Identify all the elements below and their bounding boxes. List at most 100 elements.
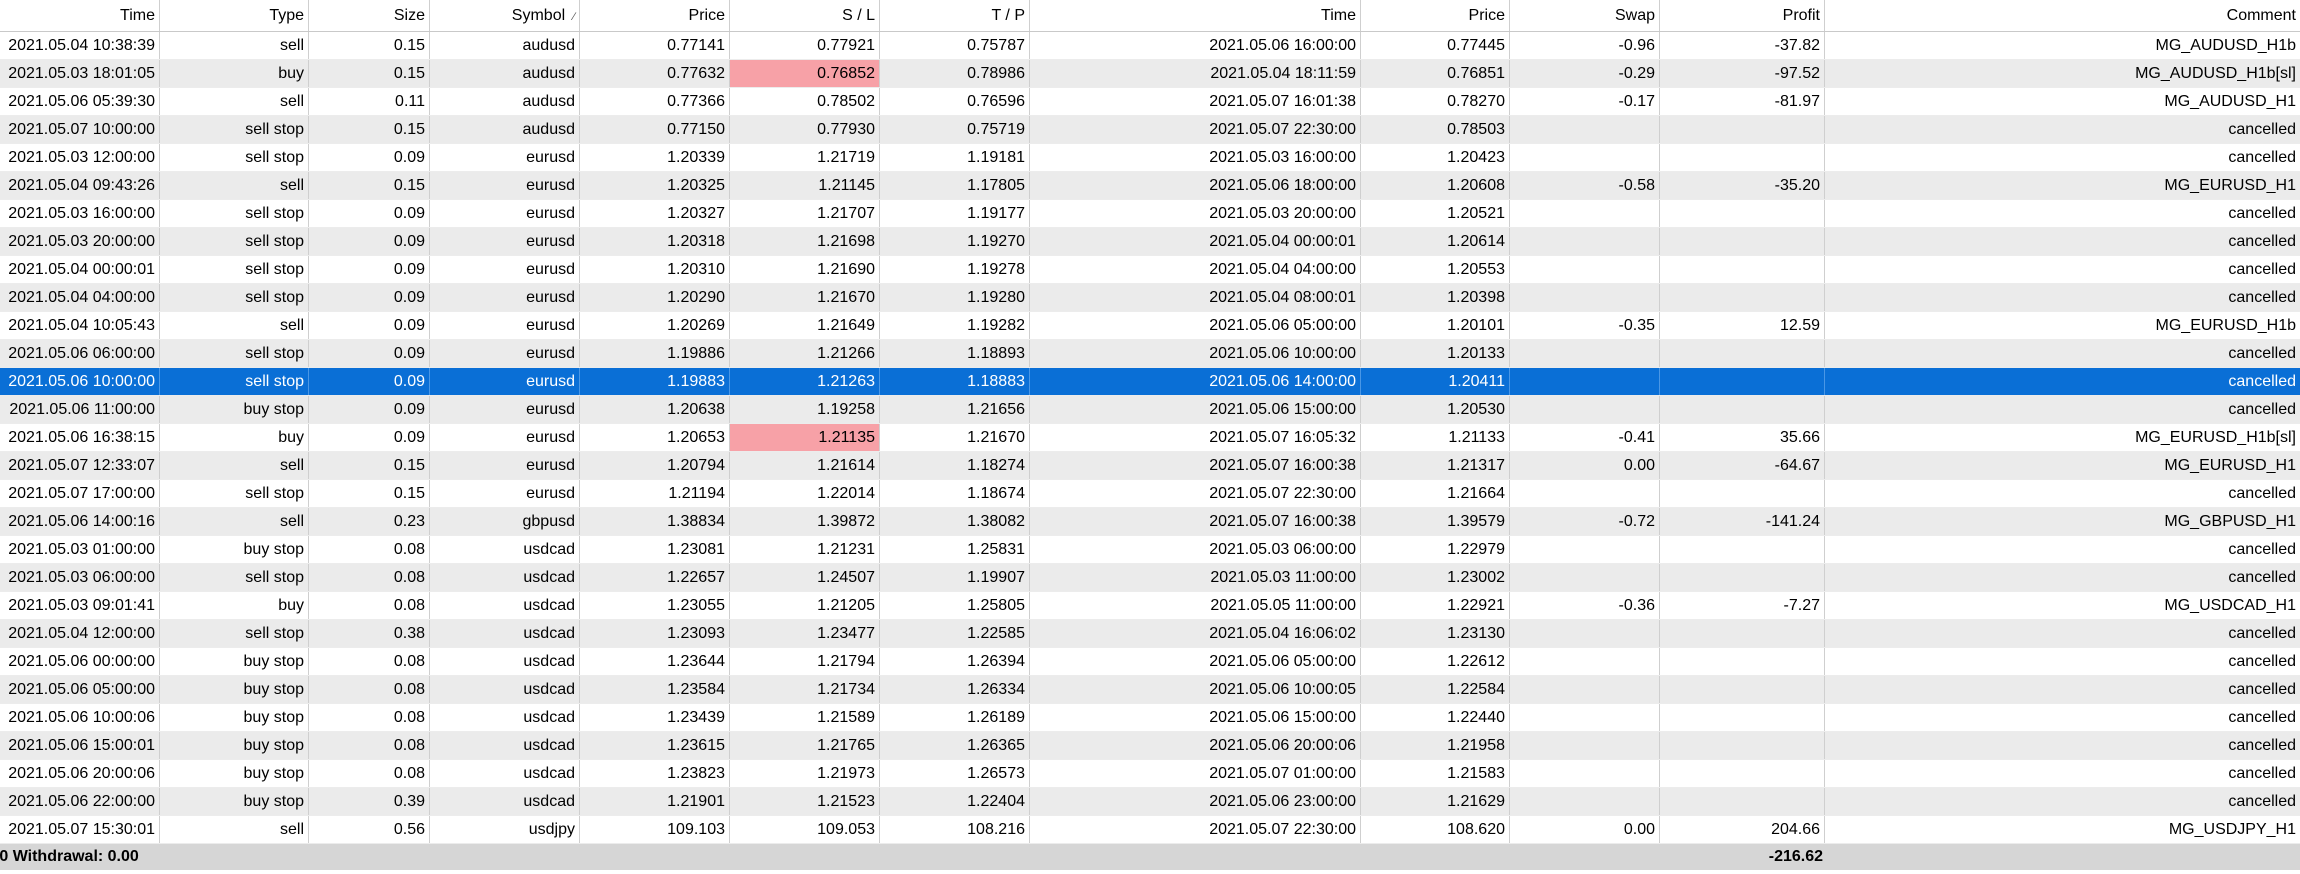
cell-profit: [1660, 788, 1825, 815]
table-row[interactable]: 2021.05.04 12:00:00 sell stop 0.38 usdcad 1.…: [0, 620, 2300, 648]
table-row[interactable]: 2021.05.04 10:38:39 sell 0.15 audusd 0.77141…: [0, 32, 2300, 60]
cell-close-time: 2021.05.06 18:00:00: [1030, 172, 1361, 199]
cell-profit: [1660, 648, 1825, 675]
table-row[interactable]: 2021.05.06 00:00:00 buy stop 0.08 usdcad 1.2…: [0, 648, 2300, 676]
table-row[interactable]: 2021.05.07 10:00:00 sell stop 0.15 audusd 0.…: [0, 116, 2300, 144]
cell-sl: 109.053: [730, 816, 880, 843]
table-row[interactable]: 2021.05.03 01:00:00 buy stop 0.08 usdcad 1.2…: [0, 536, 2300, 564]
cell-type: buy: [160, 424, 309, 451]
cell-tp: 1.18883: [880, 368, 1030, 395]
table-row[interactable]: 2021.05.03 20:00:00 sell stop 0.09 eurusd 1.…: [0, 228, 2300, 256]
cell-size: 0.09: [309, 396, 430, 423]
cell-swap: -0.35: [1510, 312, 1660, 339]
table-row[interactable]: 2021.05.06 22:00:00 buy stop 0.39 usdcad 1.2…: [0, 788, 2300, 816]
cell-time: 2021.05.06 16:38:15: [0, 424, 160, 451]
table-row[interactable]: 2021.05.03 18:01:05 buy 0.15 audusd 0.77632 0…: [0, 60, 2300, 88]
table-row[interactable]: 2021.05.06 16:38:15 buy 0.09 eurusd 1.20653 1…: [0, 424, 2300, 452]
cell-swap: -0.72: [1510, 508, 1660, 535]
cell-swap: [1510, 620, 1660, 647]
table-row[interactable]: 2021.05.03 16:00:00 sell stop 0.09 eurusd 1.…: [0, 200, 2300, 228]
cell-comment: cancelled: [2228, 569, 2296, 586]
cell-tp: 1.25805: [880, 592, 1030, 619]
cell-time: 2021.05.06 06:00:00: [0, 340, 160, 367]
cell-symbol: gbpusd: [430, 508, 580, 535]
cell-tp: 0.75787: [880, 32, 1030, 59]
cell-close-time: 2021.05.03 20:00:00: [1030, 200, 1361, 227]
cell-price: 0.77141: [580, 32, 730, 59]
column-header-profit[interactable]: Profit: [1660, 0, 1825, 31]
cell-tp: 1.19181: [880, 144, 1030, 171]
cell-symbol: usdcad: [430, 788, 580, 815]
table-row[interactable]: 2021.05.06 14:00:16 sell 0.23 gbpusd 1.38834…: [0, 508, 2300, 536]
column-header-close-price[interactable]: Price: [1361, 0, 1510, 31]
cell-tp: 1.22585: [880, 620, 1030, 647]
cell-profit: [1660, 228, 1825, 255]
cell-time: 2021.05.03 20:00:00: [0, 228, 160, 255]
cell-symbol: audusd: [430, 88, 580, 115]
column-header-sl[interactable]: S / L: [730, 0, 880, 31]
column-header-type[interactable]: Type: [160, 0, 309, 31]
table-row[interactable]: 2021.05.04 00:00:01 sell stop 0.09 eurusd 1.…: [0, 256, 2300, 284]
column-header-time[interactable]: Time: [0, 0, 160, 31]
cell-price: 1.20327: [580, 200, 730, 227]
column-header-symbol[interactable]: Symbol ∕: [430, 0, 580, 31]
cell-type: sell stop: [160, 284, 309, 311]
table-row[interactable]: 2021.05.03 06:00:00 sell stop 0.08 usdcad 1.…: [0, 564, 2300, 592]
table-row[interactable]: 2021.05.06 06:00:00 sell stop 0.09 eurusd 1.…: [0, 340, 2300, 368]
cell-price: 1.23823: [580, 760, 730, 787]
cell-price: 0.77366: [580, 88, 730, 115]
cell-comment: cancelled: [2228, 261, 2296, 278]
cell-size: 0.09: [309, 424, 430, 451]
cell-size: 0.08: [309, 564, 430, 591]
table-row[interactable]: 2021.05.06 15:00:01 buy stop 0.08 usdcad 1.2…: [0, 732, 2300, 760]
cell-sl: 1.21135: [730, 424, 880, 451]
cell-swap: [1510, 676, 1660, 703]
cell-tp: 1.21656: [880, 396, 1030, 423]
cell-close-price: 1.20423: [1361, 144, 1510, 171]
table-row[interactable]: 2021.05.03 12:00:00 sell stop 0.09 eurusd 1.…: [0, 144, 2300, 172]
column-header-size[interactable]: Size: [309, 0, 430, 31]
cell-swap: [1510, 144, 1660, 171]
column-header-price[interactable]: Price: [580, 0, 730, 31]
table-row[interactable]: 2021.05.06 10:00:00 sell stop 0.09 eurusd 1.…: [0, 368, 2300, 396]
table-row[interactable]: 2021.05.04 04:00:00 sell stop 0.09 eurusd 1.…: [0, 284, 2300, 312]
cell-swap: [1510, 480, 1660, 507]
cell-tp: 1.19177: [880, 200, 1030, 227]
cell-size: 0.08: [309, 732, 430, 759]
cell-tp: 108.216: [880, 816, 1030, 843]
cell-time: 2021.05.04 04:00:00: [0, 284, 160, 311]
cell-close-time: 2021.05.06 10:00:05: [1030, 676, 1361, 703]
cell-close-time: 2021.05.06 10:00:00: [1030, 340, 1361, 367]
cell-sl: 1.21670: [730, 284, 880, 311]
table-row[interactable]: 2021.05.06 20:00:06 buy stop 0.08 usdcad 1.2…: [0, 760, 2300, 788]
cell-comment: MG_GBPUSD_H1: [2164, 513, 2296, 530]
cell-tp: 1.19270: [880, 228, 1030, 255]
table-row[interactable]: 2021.05.04 09:43:26 sell 0.15 eurusd 1.20325…: [0, 172, 2300, 200]
cell-comment: MG_EURUSD_H1b[sl]: [2135, 429, 2296, 446]
table-row[interactable]: 2021.05.04 10:05:43 sell 0.09 eurusd 1.20269…: [0, 312, 2300, 340]
table-row[interactable]: 2021.05.06 10:00:06 buy stop 0.08 usdcad 1.2…: [0, 704, 2300, 732]
cell-size: 0.38: [309, 620, 430, 647]
table-row[interactable]: 2021.05.07 12:33:07 sell 0.15 eurusd 1.20794…: [0, 452, 2300, 480]
cell-time: 2021.05.06 10:00:00: [0, 368, 160, 395]
cell-type: sell: [160, 508, 309, 535]
column-header-comment[interactable]: Comment: [1825, 0, 2300, 31]
cell-symbol: eurusd: [430, 284, 580, 311]
cell-symbol: eurusd: [430, 424, 580, 451]
table-row[interactable]: 2021.05.06 05:39:30 sell 0.11 audusd 0.77366…: [0, 88, 2300, 116]
table-row[interactable]: 2021.05.07 15:30:01 sell 0.56 usdjpy 109.103…: [0, 816, 2300, 844]
column-header-close-time[interactable]: Time: [1030, 0, 1361, 31]
cell-close-price: 1.20398: [1361, 284, 1510, 311]
table-row[interactable]: 2021.05.06 11:00:00 buy stop 0.09 eurusd 1.2…: [0, 396, 2300, 424]
column-header-swap[interactable]: Swap: [1510, 0, 1660, 31]
table-row[interactable]: 2021.05.06 05:00:00 buy stop 0.08 usdcad 1.2…: [0, 676, 2300, 704]
cell-type: buy: [160, 60, 309, 87]
table-row[interactable]: 2021.05.07 17:00:00 sell stop 0.15 eurusd 1.…: [0, 480, 2300, 508]
table-row[interactable]: 2021.05.03 09:01:41 buy 0.08 usdcad 1.23055 1…: [0, 592, 2300, 620]
cell-size: 0.09: [309, 200, 430, 227]
cell-close-price: 1.22584: [1361, 676, 1510, 703]
cell-close-time: 2021.05.07 16:05:32: [1030, 424, 1361, 451]
cell-close-time: 2021.05.07 22:30:00: [1030, 480, 1361, 507]
column-header-tp[interactable]: T / P: [880, 0, 1030, 31]
cell-symbol: usdcad: [430, 620, 580, 647]
